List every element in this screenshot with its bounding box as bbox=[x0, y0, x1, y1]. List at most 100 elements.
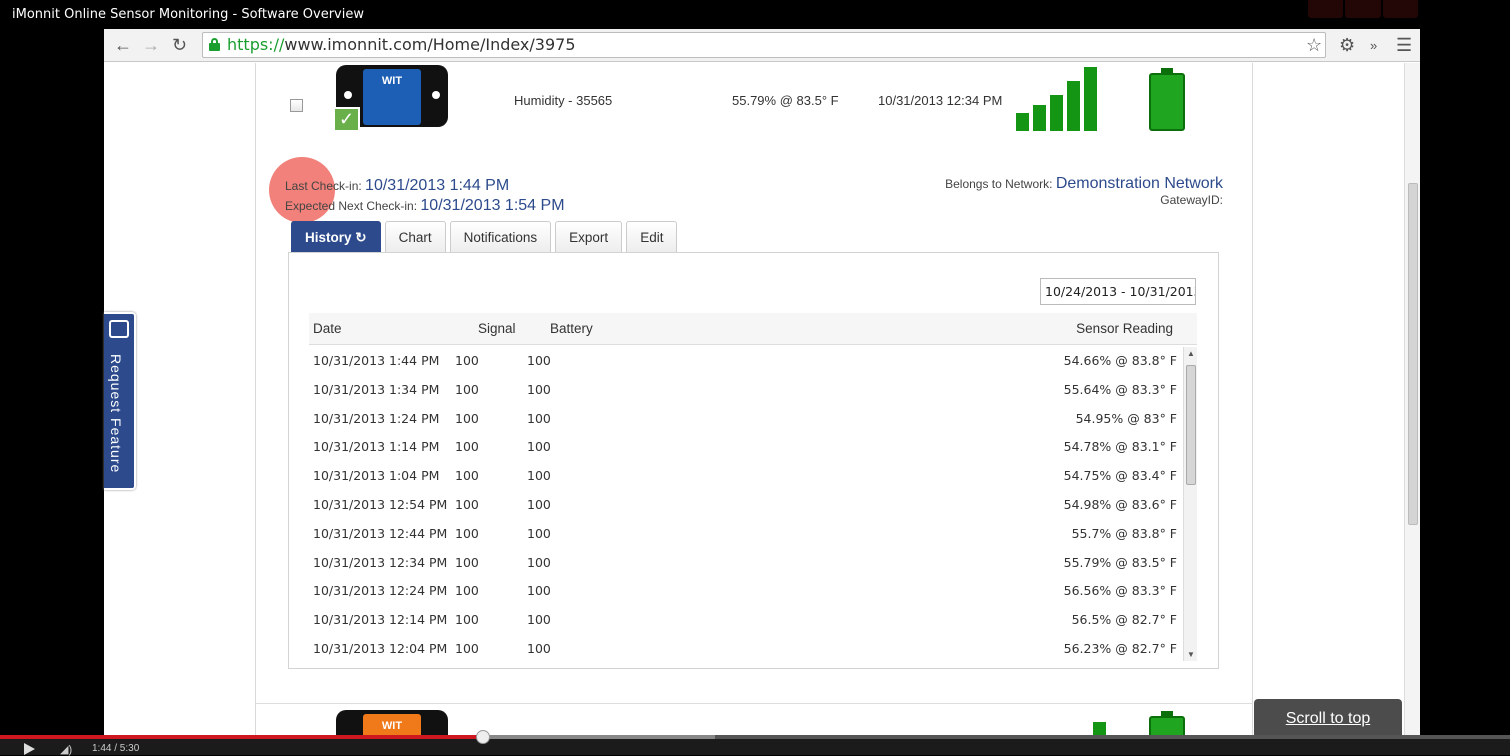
sensor-detail: WIT ✓ Humidity - 35565 55.79% @ 83.5° F … bbox=[255, 63, 1253, 735]
forward-icon[interactable]: → bbox=[142, 35, 160, 56]
cell-sensor-reading: 56.5% @ 82.7° F bbox=[1071, 612, 1177, 628]
sensor-checkbox[interactable] bbox=[290, 99, 303, 112]
history-scrollbar[interactable]: ▲ ▼ bbox=[1183, 347, 1197, 661]
sensor-summary-row[interactable]: WIT ✓ Humidity - 35565 55.79% @ 83.5° F … bbox=[256, 63, 1252, 149]
cell-date: 10/31/2013 1:44 PM bbox=[313, 353, 440, 368]
cell-sensor-reading: 54.75% @ 83.4° F bbox=[1063, 468, 1177, 484]
window-controls[interactable] bbox=[1308, 0, 1418, 18]
cell-sensor-reading: 55.79% @ 83.5° F bbox=[1063, 554, 1177, 570]
menu-icon[interactable]: ☰ bbox=[1396, 35, 1412, 56]
cell-sensor-reading: 54.95% @ 83° F bbox=[1075, 410, 1177, 426]
cell-battery: 100 bbox=[527, 410, 551, 426]
table-row: 10/31/2013 1:04 PM 100 100 54.75% @ 83.4° F bbox=[309, 460, 1179, 489]
detail-tabs: History ↻ Chart Notifications Export Edi… bbox=[291, 221, 678, 252]
column-date: Date bbox=[313, 321, 342, 336]
column-battery: Battery bbox=[550, 321, 593, 336]
cell-battery: 100 bbox=[527, 468, 551, 484]
cell-sensor-reading: 54.98% @ 83.6° F bbox=[1063, 497, 1177, 512]
cell-date: 10/31/2013 12:14 PM bbox=[313, 612, 448, 628]
cell-signal: 100 bbox=[455, 353, 479, 368]
lock-icon bbox=[209, 38, 220, 51]
cell-signal: 100 bbox=[455, 554, 479, 570]
history-panel: 10/24/2013 - 10/31/2013 Date Signal Batt… bbox=[288, 252, 1219, 669]
cell-signal: 100 bbox=[455, 583, 479, 599]
cell-signal: 100 bbox=[455, 381, 479, 397]
address-bar[interactable]: https://www.imonnit.com/Home/Index/3975 bbox=[202, 32, 1326, 58]
gateway-label: GatewayID: bbox=[1160, 193, 1223, 207]
video-progress-bar[interactable] bbox=[0, 730, 1510, 744]
column-sensor-reading: Sensor Reading bbox=[1076, 321, 1173, 336]
history-table-header: Date Signal Battery Sensor Reading bbox=[309, 313, 1197, 345]
cell-battery: 100 bbox=[527, 353, 551, 368]
battery-icon bbox=[1149, 68, 1185, 131]
scroll-down-icon[interactable]: ▼ bbox=[1187, 650, 1195, 659]
browser-toolbar: ← → ↻ https://www.imonnit.com/Home/Index… bbox=[104, 29, 1420, 62]
last-checkin-label: Last Check-in: bbox=[285, 179, 362, 193]
checkin-info: Last Check-in: 10/31/2013 1:44 PM Expect… bbox=[285, 176, 565, 216]
network-info: Belongs to Network: Demonstration Networ… bbox=[945, 176, 1223, 208]
next-checkin-label: Expected Next Check-in: bbox=[285, 199, 418, 213]
cell-sensor-reading: 54.78% @ 83.1° F bbox=[1063, 439, 1177, 455]
cell-date: 10/31/2013 1:14 PM bbox=[313, 439, 440, 455]
tab-notifications[interactable]: Notifications bbox=[449, 221, 552, 252]
tab-chart[interactable]: Chart bbox=[384, 221, 446, 252]
cell-date: 10/31/2013 1:24 PM bbox=[313, 410, 440, 426]
scroll-up-icon[interactable]: ▲ bbox=[1187, 349, 1195, 358]
cell-date: 10/31/2013 1:34 PM bbox=[313, 381, 440, 397]
table-row: 10/31/2013 12:34 PM 100 100 55.79% @ 83.5° … bbox=[309, 547, 1179, 576]
cell-battery: 100 bbox=[527, 497, 551, 512]
cell-sensor-reading: 55.7% @ 83.8° F bbox=[1071, 525, 1177, 541]
progress-scrubber[interactable] bbox=[476, 730, 491, 744]
cell-battery: 100 bbox=[527, 583, 551, 599]
last-checkin-value: 10/31/2013 1:44 PM bbox=[365, 177, 510, 194]
cell-sensor-reading: 56.23% @ 82.7° F bbox=[1063, 641, 1177, 656]
cell-signal: 100 bbox=[455, 641, 479, 656]
cell-battery: 100 bbox=[527, 612, 551, 628]
video-player-controls: ◢) 1:44 / 5:30 bbox=[0, 730, 1510, 756]
battery-icon bbox=[1149, 711, 1185, 735]
tab-edit[interactable]: Edit bbox=[626, 221, 678, 252]
play-icon[interactable] bbox=[24, 743, 35, 755]
table-row: 10/31/2013 1:44 PM 100 100 54.66% @ 83.8° F bbox=[309, 345, 1179, 374]
tab-history[interactable]: History ↻ bbox=[291, 221, 381, 252]
date-range-input[interactable]: 10/24/2013 - 10/31/2013 bbox=[1040, 278, 1196, 305]
sensor-device-image: WIT bbox=[336, 710, 448, 735]
table-row: 10/31/2013 1:14 PM 100 100 54.78% @ 83.1° F bbox=[309, 431, 1179, 460]
table-row: 10/31/2013 12:04 PM 100 100 56.23% @ 82.7° … bbox=[309, 633, 1179, 661]
cell-date: 10/31/2013 1:04 PM bbox=[313, 468, 440, 484]
overflow-chevron-icon[interactable]: » bbox=[1370, 38, 1377, 53]
next-sensor-row[interactable]: WIT bbox=[256, 703, 1252, 735]
table-row: 10/31/2013 12:14 PM 100 100 56.5% @ 82.7° F bbox=[309, 604, 1179, 633]
cell-signal: 100 bbox=[455, 497, 479, 512]
reload-icon[interactable]: ↻ bbox=[172, 35, 187, 56]
cell-date: 10/31/2013 12:44 PM bbox=[313, 525, 448, 541]
refresh-icon[interactable]: ↻ bbox=[355, 230, 366, 245]
cell-date: 10/31/2013 12:24 PM bbox=[313, 583, 448, 599]
cell-sensor-reading: 56.56% @ 83.3° F bbox=[1063, 583, 1177, 599]
table-row: 10/31/2013 1:24 PM 100 100 54.95% @ 83° F bbox=[309, 403, 1179, 432]
page-scrollbar[interactable] bbox=[1404, 63, 1420, 735]
tab-export[interactable]: Export bbox=[555, 221, 623, 252]
network-label: Belongs to Network: bbox=[945, 177, 1053, 191]
back-icon[interactable]: ← bbox=[114, 35, 132, 56]
table-row: 10/31/2013 12:54 PM 100 100 54.98% @ 83.6° … bbox=[309, 489, 1179, 518]
url-scheme: https:// bbox=[227, 35, 285, 54]
scroll-to-top-button[interactable]: Scroll to top bbox=[1254, 699, 1402, 735]
gear-icon[interactable]: ⚙ bbox=[1339, 35, 1355, 56]
network-link[interactable]: Demonstration Network bbox=[1056, 175, 1223, 192]
star-icon[interactable]: ☆ bbox=[1306, 35, 1322, 56]
checkmark-icon: ✓ bbox=[333, 107, 360, 132]
cell-signal: 100 bbox=[455, 525, 479, 541]
request-feature-tab[interactable]: Request Feature bbox=[104, 312, 136, 490]
cell-signal: 100 bbox=[455, 468, 479, 484]
volume-icon[interactable]: ◢) bbox=[60, 743, 72, 756]
cell-signal: 100 bbox=[455, 439, 479, 455]
device-brand-label: WIT bbox=[363, 714, 421, 735]
cell-battery: 100 bbox=[527, 439, 551, 455]
sensor-name[interactable]: Humidity - 35565 bbox=[514, 93, 612, 108]
cell-date: 10/31/2013 12:34 PM bbox=[313, 554, 448, 570]
sensor-reading: 55.79% @ 83.5° F bbox=[732, 93, 839, 108]
cell-battery: 100 bbox=[527, 381, 551, 397]
next-checkin-value: 10/31/2013 1:54 PM bbox=[420, 197, 565, 214]
table-row: 10/31/2013 12:24 PM 100 100 56.56% @ 83.3° … bbox=[309, 575, 1179, 604]
